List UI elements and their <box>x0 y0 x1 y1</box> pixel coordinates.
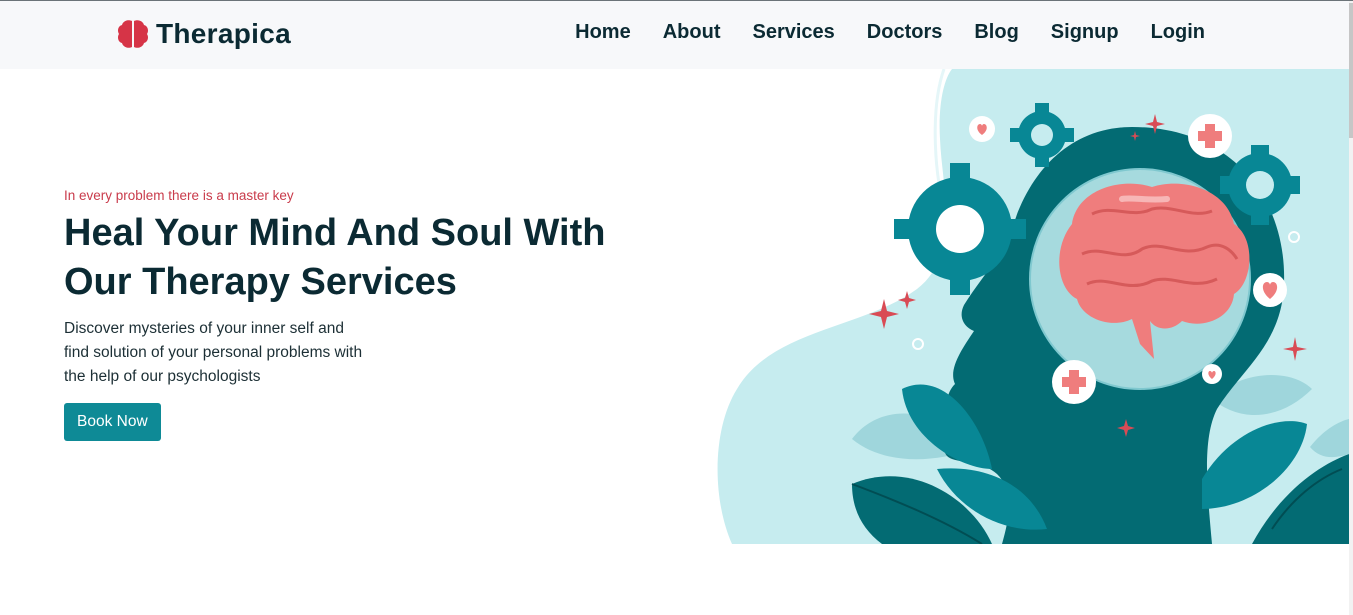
hero-headline: Heal Your Mind And Soul With Our Therapy… <box>64 209 684 307</box>
nav-signup[interactable]: Signup <box>1051 21 1119 44</box>
nav-login[interactable]: Login <box>1151 21 1205 44</box>
brain-icon <box>118 20 148 48</box>
head-brain-illustration <box>717 69 1349 544</box>
hero-section: In every problem there is a master key H… <box>64 188 704 441</box>
desc-line-2: find solution of your personal problems … <box>64 344 363 361</box>
nav-blog[interactable]: Blog <box>974 21 1018 44</box>
brand-name: Therapica <box>156 18 291 49</box>
nav-doctors[interactable]: Doctors <box>867 21 943 44</box>
scrollbar-thumb[interactable] <box>1349 3 1353 138</box>
page-scrollbar[interactable] <box>1349 1 1353 615</box>
hero-tagline: In every problem there is a master key <box>64 188 294 203</box>
headline-line-2: Our Therapy Services <box>64 261 457 303</box>
nav-services[interactable]: Services <box>752 21 834 44</box>
nav-about[interactable]: About <box>663 21 721 44</box>
nav-home[interactable]: Home <box>575 21 631 44</box>
main-nav: Home About Services Doctors Blog Signup … <box>575 21 1205 44</box>
book-now-button[interactable]: Book Now <box>64 403 161 441</box>
hero-description: Discover mysteries of your inner self an… <box>64 317 394 389</box>
headline-line-1: Heal Your Mind And Soul With <box>64 212 606 254</box>
navbar: Therapica Home About Services Doctors Bl… <box>0 1 1349 69</box>
desc-line-3: the help of our psychologists <box>64 368 261 385</box>
desc-line-1: Discover mysteries of your inner self an… <box>64 320 344 337</box>
brand-logo[interactable]: Therapica <box>116 15 291 53</box>
